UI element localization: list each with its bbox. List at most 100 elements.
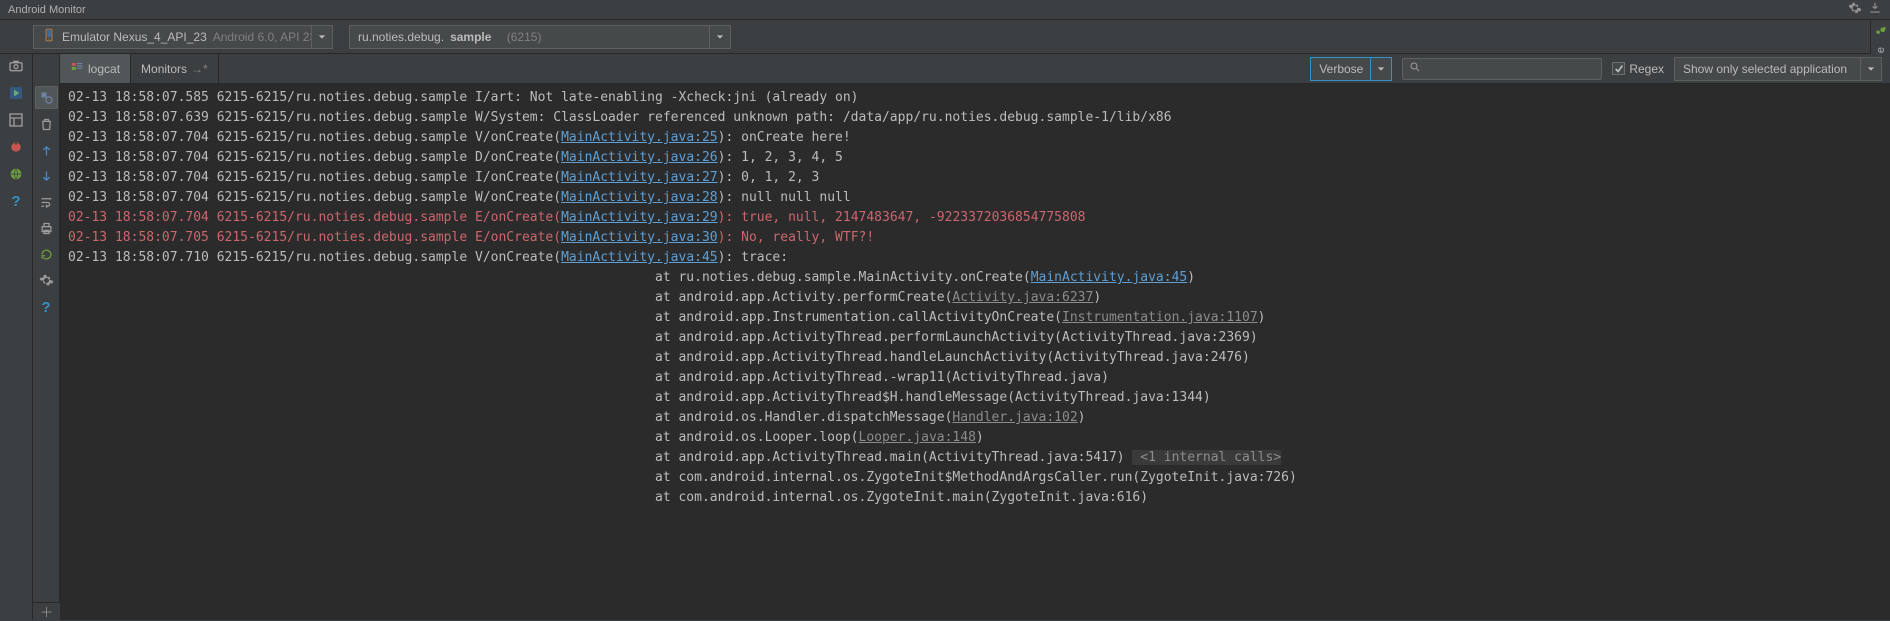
log-text: ): 1, 2, 3, 4, 5 (718, 150, 843, 165)
globe-icon[interactable] (8, 166, 24, 185)
gear-icon[interactable] (39, 273, 54, 291)
log-line: 02-13 18:58:07.705 6215-6215/ru.noties.d… (68, 228, 1890, 248)
log-text: at com.android.internal.os.ZygoteInit$Me… (68, 470, 1297, 485)
camera-icon[interactable] (8, 58, 24, 77)
log-line: at android.app.ActivityThread.main(Activ… (68, 448, 1890, 468)
device-combo[interactable]: Emulator Nexus_4_API_23 Android 6.0, API… (33, 25, 333, 49)
panel-title: Android Monitor (8, 4, 86, 16)
body: ? ? ＋ logcat Monitors (0, 54, 1890, 620)
source-link[interactable]: <1 internal calls> (1132, 450, 1281, 465)
source-link[interactable]: Instrumentation.java:1107 (1062, 310, 1258, 325)
logcat-icon (70, 60, 84, 77)
restart-icon[interactable] (39, 247, 54, 265)
layout-icon[interactable] (8, 112, 24, 131)
process-bold: sample (450, 30, 491, 44)
process-combo[interactable]: ru.noties.debug.sample (6215) (349, 25, 731, 49)
log-text: at android.app.ActivityThread$H.handleMe… (68, 390, 1211, 405)
log-text: at android.app.ActivityThread.main(Activ… (68, 450, 1132, 465)
log-line: 02-13 18:58:07.704 6215-6215/ru.noties.d… (68, 148, 1890, 168)
log-text: 02-13 18:58:07.710 6215-6215/ru.noties.d… (68, 250, 561, 265)
log-text: 02-13 18:58:07.639 6215-6215/ru.noties.d… (68, 110, 1172, 125)
search-icon (1409, 61, 1421, 76)
log-text: 02-13 18:58:07.705 6215-6215/ru.noties.d… (68, 230, 561, 245)
log-text: ) (1078, 410, 1086, 425)
source-link[interactable]: MainActivity.java:26 (561, 150, 718, 165)
log-text: at ru.noties.debug.sample.MainActivity.o… (68, 270, 1031, 285)
stop-icon[interactable] (8, 139, 24, 158)
source-link[interactable]: MainActivity.java:25 (561, 130, 718, 145)
play-icon[interactable] (8, 85, 24, 104)
search-box[interactable] (1402, 58, 1602, 80)
print-icon[interactable] (39, 221, 54, 239)
regex-checkbox[interactable]: Regex (1612, 62, 1664, 76)
log-text: ) (976, 430, 984, 445)
source-link[interactable]: MainActivity.java:45 (561, 250, 718, 265)
source-link[interactable]: MainActivity.java:45 (1031, 270, 1188, 285)
log-line: at com.android.internal.os.ZygoteInit$Me… (68, 468, 1890, 488)
source-link[interactable]: Activity.java:6237 (952, 290, 1093, 305)
regex-label: Regex (1629, 62, 1664, 76)
log-text: at android.app.Instrumentation.callActiv… (68, 310, 1062, 325)
source-link[interactable]: MainActivity.java:30 (561, 230, 718, 245)
log-text: 02-13 18:58:07.704 6215-6215/ru.noties.d… (68, 170, 561, 185)
log-line: 02-13 18:58:07.639 6215-6215/ru.noties.d… (68, 108, 1890, 128)
log-level-combo[interactable]: Verbose (1310, 57, 1392, 81)
filter-value: Show only selected application (1683, 62, 1847, 76)
log-text: at android.app.ActivityThread.-wrap11(Ac… (68, 370, 1109, 385)
log-line: 02-13 18:58:07.710 6215-6215/ru.noties.d… (68, 248, 1890, 268)
log-text: ): trace: (718, 250, 788, 265)
log-text: 02-13 18:58:07.704 6215-6215/ru.noties.d… (68, 150, 561, 165)
gradle-icon[interactable] (1874, 24, 1888, 41)
log-line: at android.app.Instrumentation.callActiv… (68, 308, 1890, 328)
left-icon-gutter: ? (0, 54, 33, 620)
chevron-down-icon[interactable] (311, 25, 333, 49)
source-link[interactable]: MainActivity.java:27 (561, 170, 718, 185)
arrow-up-icon[interactable] (39, 143, 54, 161)
log-line: 02-13 18:58:07.704 6215-6215/ru.noties.d… (68, 168, 1890, 188)
checkbox-icon (1612, 62, 1625, 75)
log-output[interactable]: 02-13 18:58:07.585 6215-6215/ru.noties.d… (60, 84, 1890, 620)
chevron-down-icon[interactable] (709, 25, 731, 49)
titlebar: Android Monitor (0, 0, 1890, 20)
help-icon[interactable]: ? (11, 193, 20, 210)
log-line: 02-13 18:58:07.704 6215-6215/ru.noties.d… (68, 208, 1890, 228)
source-link[interactable]: Handler.java:102 (952, 410, 1077, 425)
log-level-value: Verbose (1319, 62, 1363, 76)
trash-icon[interactable] (39, 117, 54, 135)
log-line: at ru.noties.debug.sample.MainActivity.o… (68, 268, 1890, 288)
source-link[interactable]: MainActivity.java:28 (561, 190, 718, 205)
tab-logcat-label: logcat (88, 62, 120, 76)
arrow-down-icon[interactable] (39, 169, 54, 187)
tab-monitors-suffix: →* (191, 62, 208, 76)
process-prefix: ru.noties.debug. (358, 30, 444, 44)
log-text: ) (1187, 270, 1195, 285)
help-icon[interactable]: ? (41, 299, 50, 316)
tab-monitors[interactable]: Monitors →* (131, 54, 219, 83)
log-text: ): 0, 1, 2, 3 (718, 170, 820, 185)
chevron-down-icon[interactable] (1860, 57, 1882, 81)
source-link[interactable]: Looper.java:148 (859, 430, 976, 445)
download-icon[interactable] (1868, 1, 1882, 18)
wrap-icon[interactable] (39, 195, 54, 213)
log-text: ): true, null, 2147483647, -922337203685… (718, 210, 1086, 225)
log-text: 02-13 18:58:07.585 6215-6215/ru.noties.d… (68, 90, 859, 105)
gear-icon[interactable] (1848, 1, 1862, 18)
shape-icon[interactable] (35, 86, 58, 109)
chevron-down-icon[interactable] (1370, 57, 1392, 81)
source-link[interactable]: MainActivity.java:29 (561, 210, 718, 225)
log-text: at android.os.Looper.loop( (68, 430, 859, 445)
device-name: Emulator Nexus_4_API_23 (62, 30, 207, 44)
search-input[interactable] (1427, 62, 1595, 76)
log-text: 02-13 18:58:07.704 6215-6215/ru.noties.d… (68, 190, 561, 205)
tab-logcat[interactable]: logcat (60, 54, 131, 83)
log-text: 02-13 18:58:07.704 6215-6215/ru.noties.d… (68, 210, 561, 225)
add-tab-button[interactable]: ＋ (33, 602, 60, 620)
log-text: at com.android.internal.os.ZygoteInit.ma… (68, 490, 1148, 505)
log-line: at com.android.internal.os.ZygoteInit.ma… (68, 488, 1890, 508)
filter-combo[interactable]: Show only selected application (1674, 57, 1882, 81)
log-text: ) (1258, 310, 1266, 325)
log-text: ): onCreate here! (718, 130, 851, 145)
log-line: at android.app.Activity.performCreate(Ac… (68, 288, 1890, 308)
phone-icon (42, 28, 56, 45)
log-line: 02-13 18:58:07.585 6215-6215/ru.noties.d… (68, 88, 1890, 108)
